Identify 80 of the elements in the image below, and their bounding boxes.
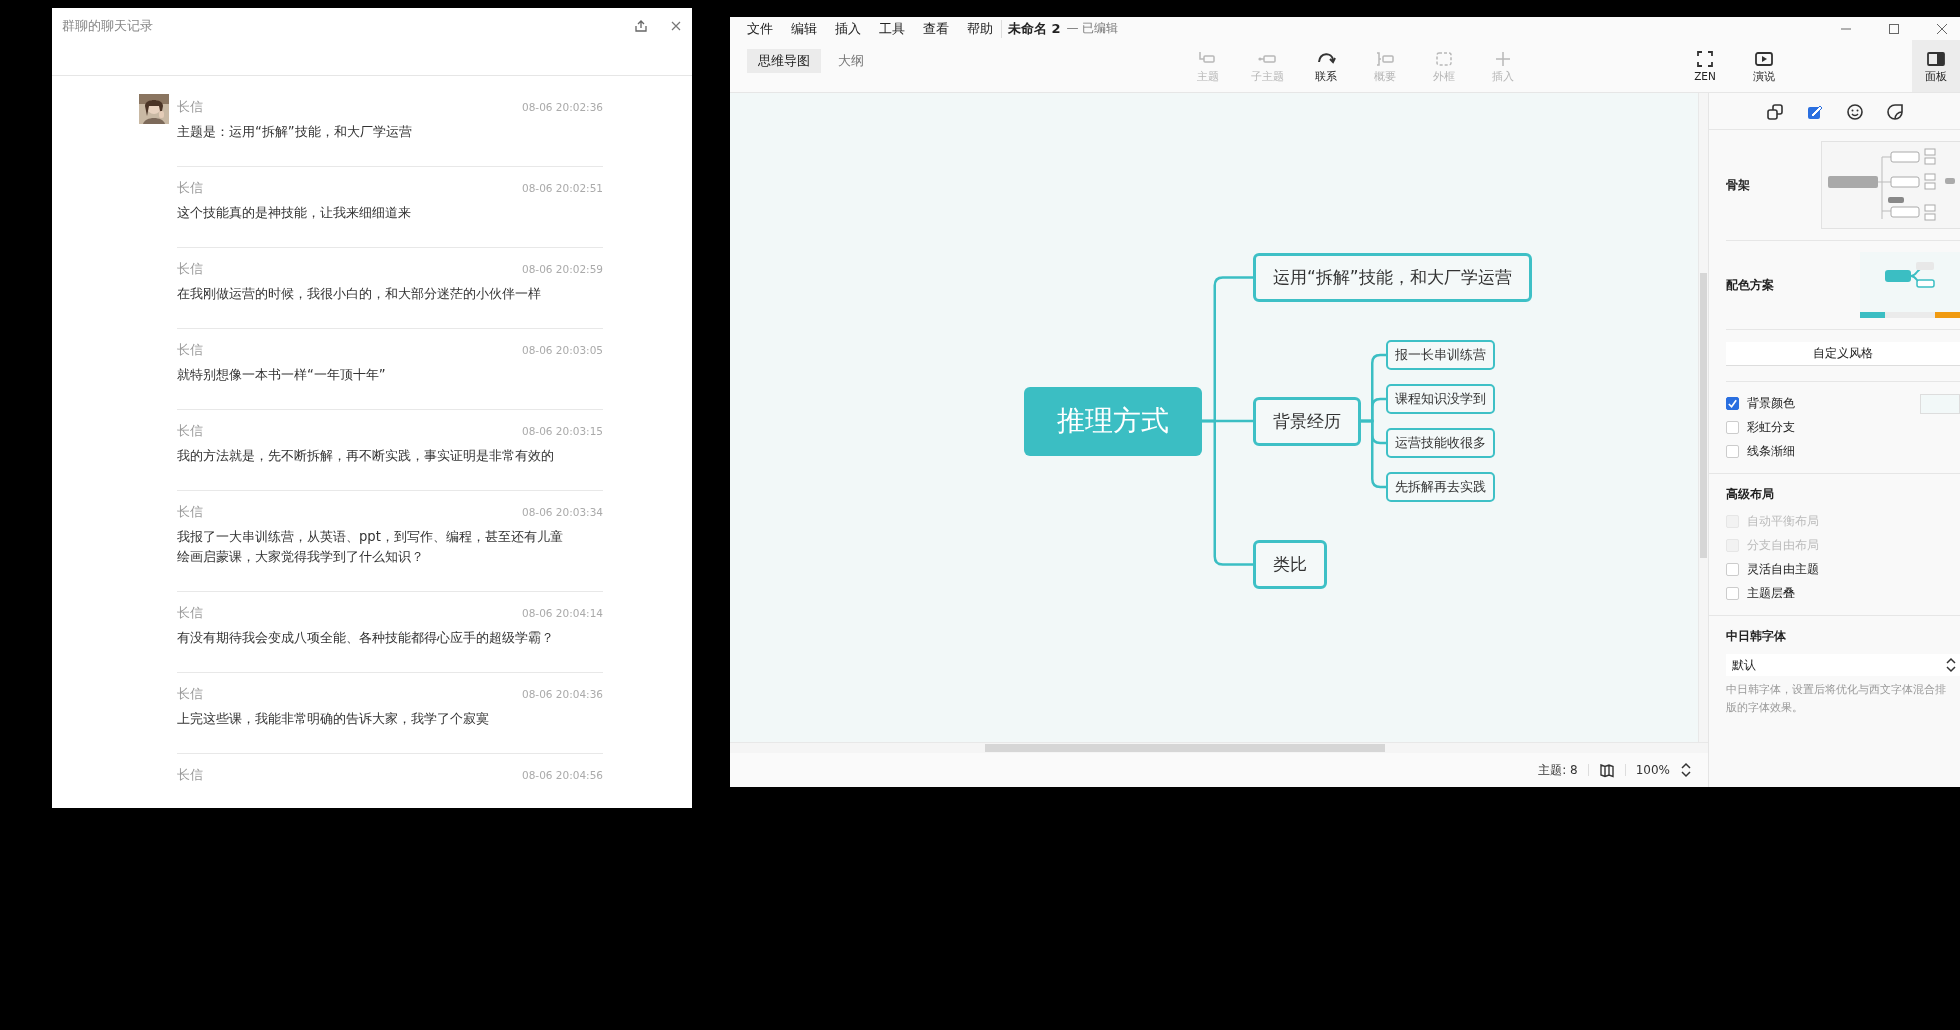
message-time: 08-06 20:03:34 [522, 506, 603, 518]
subtopic[interactable]: 课程知识没学到 [1386, 384, 1495, 414]
checkbox-label: 彩虹分支 [1747, 419, 1795, 436]
toolbar-button[interactable]: 演说 [1743, 45, 1785, 87]
view-tab[interactable]: 大纲 [827, 49, 875, 73]
section-heading: 中日韩字体 [1726, 628, 1787, 645]
sticker-icon[interactable] [1885, 103, 1904, 121]
section-label: 骨架 [1726, 176, 1750, 194]
message-time: 08-06 20:03:05 [522, 344, 603, 356]
message-text: 主题是：运用“拆解”技能，和大厂学运营 [177, 123, 413, 141]
color-swatch[interactable] [1920, 393, 1960, 414]
menu-item[interactable]: 工具 [879, 19, 905, 38]
stepper-icon[interactable] [1680, 761, 1692, 779]
map-icon[interactable] [1598, 762, 1615, 778]
fullscreen-icon [1695, 48, 1715, 69]
message-time: 08-06 20:02:51 [522, 182, 603, 194]
menu-item[interactable]: 插入 [835, 19, 861, 38]
sender-name: 长信 [177, 260, 203, 278]
message-time: 08-06 20:04:56 [522, 769, 603, 781]
message-text: 有没有期待我会变成八项全能、各种技能都得心应手的超级学霸？ [177, 629, 555, 647]
checkbox-label: 线条渐细 [1747, 443, 1795, 460]
sender-name: 长信 [177, 604, 203, 622]
close-icon[interactable] [670, 20, 682, 32]
main-topic[interactable]: 背景经历 [1253, 396, 1361, 446]
checkbox-label: 主题层叠 [1747, 585, 1795, 602]
message-time: 08-06 20:04:14 [522, 607, 603, 619]
message-time: 08-06 20:02:59 [522, 263, 603, 275]
message-text: 我报了一大串训练营，从英语、ppt，到写作、编程，甚至还有儿童绘画启蒙课，大家觉得我学到了什么知识？ [177, 528, 564, 566]
section-label: 配色方案 [1726, 276, 1774, 294]
checkbox-label: 背景颜色 [1747, 395, 1795, 412]
shapes-icon[interactable] [1765, 103, 1784, 121]
window-title: 群聊的聊天记录 [62, 17, 153, 35]
sender-name: 长信 [177, 766, 203, 784]
help-text: 中日韩字体，设置后将优化与西文字体混合排版的字体效果。 [1726, 682, 1947, 716]
subtopic[interactable]: 报一长串训练营 [1386, 340, 1495, 370]
main-topic[interactable]: 运用“拆解”技能，和大厂学运营 [1253, 253, 1532, 302]
close-icon[interactable] [1936, 22, 1948, 35]
message-time: 08-06 20:02:36 [522, 101, 603, 113]
sender-name: 长信 [177, 422, 203, 440]
main-topic[interactable]: 类比 [1253, 540, 1327, 589]
message-text: 就特别想像一本书一样“一年顶十年” [177, 366, 387, 384]
message-time: 08-06 20:04:36 [522, 688, 603, 700]
smiley-icon[interactable] [1845, 103, 1864, 121]
menu-item[interactable]: 编辑 [791, 19, 817, 38]
menu-item[interactable]: 帮助 [967, 19, 993, 38]
menu-item[interactable]: 查看 [923, 19, 949, 38]
message-text: 我的方法就是，先不断拆解，再不断实践，事实证明是非常有效的 [177, 447, 555, 465]
message-time: 08-06 20:03:15 [522, 425, 603, 437]
custom-style-button[interactable]: 自定义风格 [1726, 342, 1960, 366]
sender-name: 长信 [177, 685, 203, 703]
skeleton-preview-drawing[interactable] [1821, 141, 1960, 229]
message-text: 在我刚做运营的时候，我很小白的，和大部分迷茫的小伙伴一样 [177, 285, 542, 303]
message-text: 上完这些课，我能非常明确的告诉大家，我学了个寂寞 [177, 710, 490, 728]
sender-name: 长信 [177, 98, 203, 116]
sender-name: 长信 [177, 179, 203, 197]
document-title: 未命名 2 [1001, 19, 1061, 38]
checkbox[interactable] [1726, 397, 1739, 410]
color-scheme-preview-drawing[interactable] [1860, 252, 1960, 318]
checkbox-label: 灵活自由主题 [1747, 561, 1819, 578]
stepper-icon [1946, 657, 1956, 673]
brush-icon[interactable] [1805, 103, 1824, 121]
toolbar-button[interactable]: ZEN [1684, 45, 1726, 87]
share-icon[interactable] [634, 19, 648, 33]
toolbar-button[interactable]: 联系 [1305, 45, 1347, 87]
sender-name: 长信 [177, 503, 203, 521]
sender-name: 长信 [177, 341, 203, 359]
maximize-icon[interactable] [1888, 22, 1900, 35]
menu-item[interactable]: 文件 [747, 19, 773, 38]
section-heading: 高级布局 [1726, 486, 1775, 503]
toolbar-button[interactable]: 面板 [1912, 40, 1960, 92]
message-text: 这个技能真的是神技能，让我来细细道来 [177, 204, 412, 222]
document-status: — 已编辑 [1066, 20, 1119, 37]
view-tab[interactable]: 思维导图 [747, 49, 821, 73]
scrollbar[interactable] [1698, 93, 1708, 742]
topic-count: 主题: 8 [1538, 761, 1578, 779]
subtopic[interactable]: 先拆解再去实践 [1386, 472, 1495, 502]
zoom-level[interactable]: 100% [1635, 763, 1670, 777]
font-select[interactable]: 默认 [1726, 654, 1960, 676]
subtopic[interactable]: 运营技能收很多 [1386, 428, 1495, 458]
scrollbar[interactable] [730, 742, 1708, 753]
